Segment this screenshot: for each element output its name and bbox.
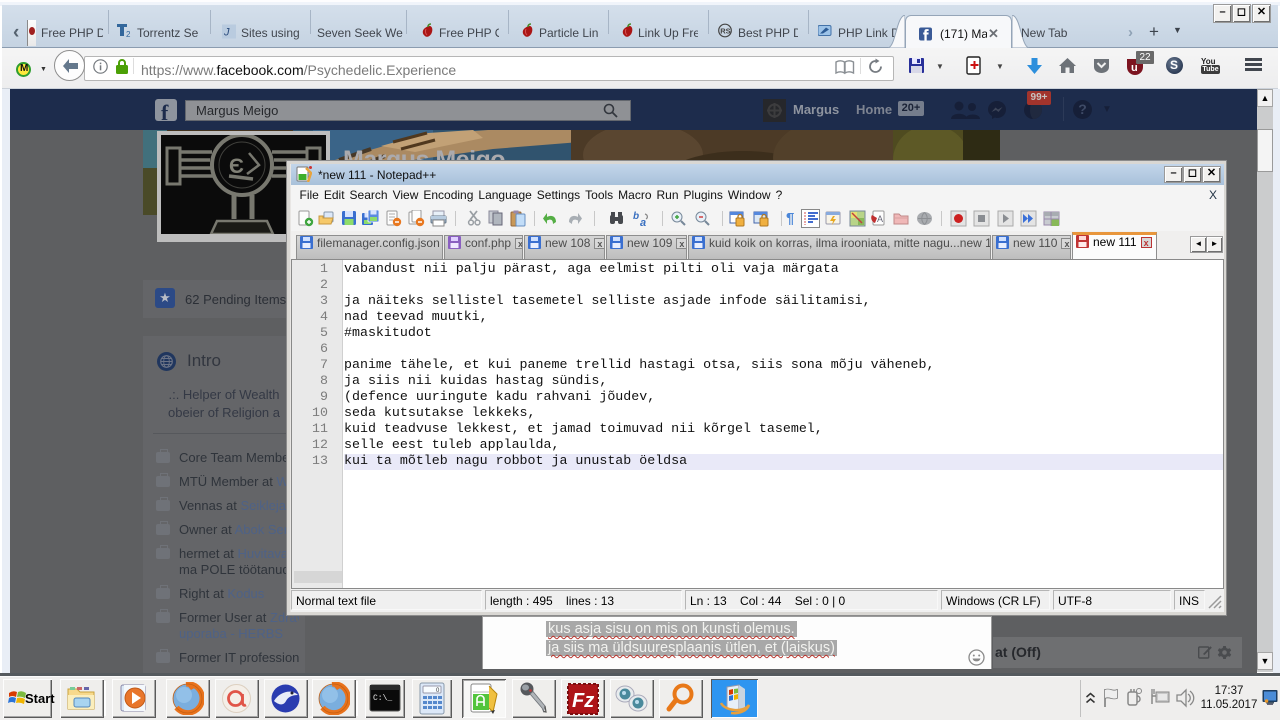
svg-text:a: a [640, 217, 646, 227]
svg-text:A: A [877, 214, 883, 224]
svg-text:C:\_: C:\_ [373, 694, 392, 703]
svg-text:b: b [633, 211, 639, 222]
svg-text:2: 2 [126, 30, 131, 38]
svg-text:Fz: Fz [572, 690, 594, 712]
svg-text:RS: RS [720, 26, 730, 35]
svg-text:J: J [223, 27, 230, 39]
